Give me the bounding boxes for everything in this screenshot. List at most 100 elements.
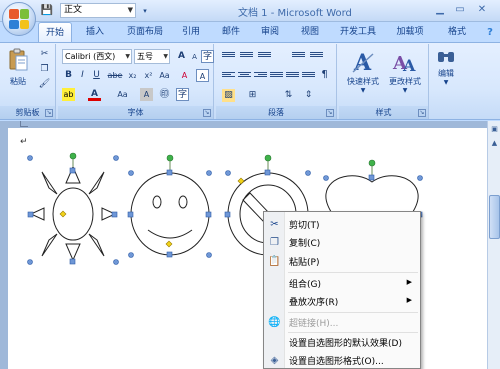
tab-format[interactable]: 格式 xyxy=(440,22,474,42)
char-border-2-button[interactable]: 字 xyxy=(176,88,189,101)
change-styles-button[interactable]: A A 更改样式 ▼ xyxy=(385,48,425,94)
align-right-icon[interactable] xyxy=(254,71,267,82)
maximize-icon[interactable]: ▭ xyxy=(452,2,468,18)
shading-icon[interactable]: ▨ xyxy=(222,89,235,102)
superscript-button[interactable]: x² xyxy=(142,69,155,82)
tab-label: 加载项 xyxy=(396,27,424,37)
sort-icon[interactable]: ⇅ xyxy=(282,89,295,102)
customize-qat-icon[interactable]: ▾ xyxy=(138,4,152,18)
dialog-launcher-icon[interactable]: ↘ xyxy=(203,109,211,117)
font-color-button[interactable]: A xyxy=(88,88,101,101)
menu-item-group[interactable]: 组合(G) ▶ xyxy=(264,274,420,292)
submenu-arrow-icon: ▶ xyxy=(406,296,412,304)
copy-icon[interactable]: ❐ xyxy=(38,63,51,76)
clear-format-button[interactable]: A xyxy=(178,69,191,82)
paste-label-text: 粘贴 xyxy=(10,77,26,86)
grow-font-button[interactable]: A xyxy=(175,50,188,63)
menu-item-default-effect[interactable]: 设置自选图形的默认效果(D) xyxy=(264,333,420,351)
format-painter-icon[interactable]: 🖌 xyxy=(38,78,51,91)
styles-group: A 快速样式 ▼ A A 更改样式 ▼ 样式 ↘ xyxy=(339,44,429,119)
tab-label: 引用 xyxy=(181,27,200,37)
tab-mailings[interactable]: 邮件 xyxy=(216,22,246,42)
close-icon[interactable]: ✕ xyxy=(474,2,490,18)
tab-review[interactable]: 审阅 xyxy=(255,22,285,42)
ruler-toggle-icon[interactable]: ▣ xyxy=(489,123,500,135)
justify-icon[interactable] xyxy=(270,71,283,82)
selection-handle xyxy=(224,211,231,218)
chevron-down-icon: ▼ xyxy=(125,53,130,60)
underline-button[interactable]: U xyxy=(90,69,103,82)
save-icon[interactable]: 💾 xyxy=(40,4,54,18)
menu-item-cut[interactable]: ✂ 剪切(T) xyxy=(264,215,420,233)
decrease-indent-icon[interactable] xyxy=(292,51,305,62)
selection-handle xyxy=(368,174,375,181)
dialog-launcher-icon[interactable]: ↘ xyxy=(45,109,53,117)
menu-item-copy[interactable]: ❐ 复制(C) xyxy=(264,233,420,251)
dialog-launcher-icon[interactable]: ↘ xyxy=(326,109,334,117)
tab-page-layout[interactable]: 页面布局 xyxy=(120,22,170,42)
tab-label: 视图 xyxy=(300,27,319,37)
help-icon[interactable]: ? xyxy=(482,25,498,41)
font-group-label: 字体 xyxy=(58,106,213,119)
scroll-up-icon[interactable]: ▲ xyxy=(489,137,500,149)
dialog-launcher-icon[interactable]: ↘ xyxy=(418,109,426,117)
menu-item-paste[interactable]: 📋 粘贴(P) xyxy=(264,252,420,270)
menu-item-format-shape[interactable]: ◈ 设置自选图形格式(O)... xyxy=(264,351,420,369)
phonetic-guide-button[interactable]: 字 xyxy=(201,50,214,63)
paste-button[interactable]: 粘贴 xyxy=(4,48,32,87)
submenu-arrow-icon: ▶ xyxy=(406,278,412,286)
char-shading-button[interactable]: A xyxy=(140,88,153,101)
tab-developer[interactable]: 开发工具 xyxy=(334,22,382,42)
menu-item-label: 叠放次序(R) xyxy=(289,298,339,308)
borders-icon[interactable]: ⊞ xyxy=(246,89,259,102)
char-border-button[interactable]: A xyxy=(196,69,209,82)
vertical-scrollbar[interactable]: ▣ ▲ xyxy=(487,121,500,369)
style-selector[interactable]: 正文 ▼ xyxy=(60,3,136,18)
rotation-handle xyxy=(368,159,376,167)
tab-insert[interactable]: 插入 xyxy=(80,22,110,42)
selection-handle xyxy=(113,259,119,265)
subscript-button[interactable]: x₂ xyxy=(126,69,139,82)
editing-button[interactable]: 编辑 ▼ xyxy=(431,48,461,86)
font-name-combo[interactable]: Calibri (西文) ▼ xyxy=(62,49,132,64)
menu-item-label: 粘贴(P) xyxy=(289,258,320,268)
change-case-aa-button[interactable]: Aa xyxy=(116,88,129,101)
distributed-icon[interactable] xyxy=(286,71,299,82)
enclose-char-icon[interactable]: ㊞ xyxy=(158,88,171,101)
menu-item-order[interactable]: 叠放次序(R) ▶ xyxy=(264,292,420,310)
increase-indent-icon[interactable] xyxy=(310,51,323,62)
office-button[interactable] xyxy=(2,2,36,36)
tab-home[interactable]: 开始 xyxy=(38,22,72,42)
font-size-combo[interactable]: 五号 ▼ xyxy=(134,49,170,64)
editing-label: 编辑 xyxy=(438,69,454,78)
quick-styles-button[interactable]: A 快速样式 ▼ xyxy=(343,48,383,94)
selection-handle xyxy=(205,211,212,218)
asian-layout-icon[interactable]: ⇕ xyxy=(302,89,315,102)
highlight-button[interactable]: ab xyxy=(62,88,75,101)
paste-icon: 📋 xyxy=(268,256,281,267)
window-title: 文档 1 - Microsoft Word xyxy=(238,8,352,19)
scroll-thumb[interactable] xyxy=(489,195,500,239)
copy-icon: ❐ xyxy=(270,237,279,248)
shrink-font-button[interactable]: A xyxy=(188,51,201,64)
line-spacing-icon[interactable] xyxy=(302,71,315,82)
tab-view[interactable]: 视图 xyxy=(295,22,325,42)
tab-add-ins[interactable]: 加载项 xyxy=(390,22,430,42)
strikethrough-button[interactable]: abe xyxy=(106,69,124,82)
cut-icon[interactable]: ✂ xyxy=(38,48,51,61)
chevron-down-icon: ▼ xyxy=(127,6,133,14)
selection-handle xyxy=(225,170,231,176)
multilevel-list-icon[interactable] xyxy=(258,51,271,62)
align-left-icon[interactable] xyxy=(222,71,235,82)
align-center-icon[interactable] xyxy=(238,71,251,82)
change-case-button[interactable]: Aa xyxy=(158,69,171,82)
styles-group-label: 样式 xyxy=(339,106,428,119)
bullets-icon[interactable] xyxy=(222,51,235,62)
selection-handle xyxy=(206,252,212,258)
minimize-icon[interactable]: ▁ xyxy=(432,2,448,18)
italic-button[interactable]: I xyxy=(76,69,89,82)
tab-references[interactable]: 引用 xyxy=(176,22,206,42)
show-marks-icon[interactable]: ¶ xyxy=(318,68,331,81)
numbering-icon[interactable] xyxy=(240,51,253,62)
bold-button[interactable]: B xyxy=(62,69,75,82)
